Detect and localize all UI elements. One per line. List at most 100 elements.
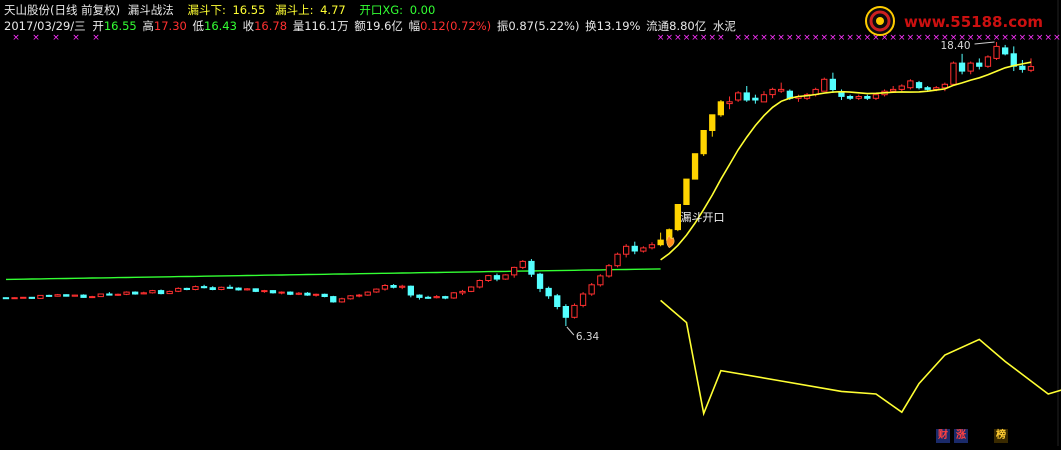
candle-body bbox=[80, 294, 87, 298]
amplitude-value: 0.87(5.22%) bbox=[508, 19, 580, 33]
low-label: 低 bbox=[192, 19, 205, 33]
candle-body bbox=[579, 293, 587, 306]
funnel-upper-line bbox=[5, 268, 661, 281]
candle-body bbox=[390, 285, 397, 288]
finance-badge[interactable]: 财 bbox=[936, 429, 950, 443]
funnel-lower-path bbox=[660, 299, 1061, 417]
signal-mark: × bbox=[52, 33, 60, 43]
signal-mark: × bbox=[803, 33, 811, 43]
open-xg-value: 0.00 bbox=[409, 3, 436, 17]
candle-body bbox=[735, 92, 742, 101]
candle-body bbox=[468, 286, 475, 292]
funnel-upper-label: 漏斗上: bbox=[275, 3, 314, 17]
flame-icon bbox=[666, 235, 675, 249]
header-line-1: 天山股份(日线 前复权) 漏斗战法 漏斗下: 16.55 漏斗上: 4.77 开… bbox=[4, 3, 435, 18]
candle-body bbox=[209, 287, 216, 291]
candle-body bbox=[442, 296, 449, 299]
signal-mark: × bbox=[838, 33, 846, 43]
kline-chart[interactable]: × × × × × × × × × × × × × × × × × × × × × × × × × × × × × × × × × × × × × × × ×… bbox=[0, 0, 1061, 446]
logo-emblem-icon bbox=[865, 6, 895, 36]
candle-body bbox=[519, 260, 526, 268]
funnel-open-label: 漏斗开口 bbox=[680, 211, 724, 224]
signal-mark: × bbox=[795, 33, 803, 43]
candle-body bbox=[640, 247, 647, 252]
candle-body bbox=[20, 296, 27, 299]
signal-mark: × bbox=[821, 33, 829, 43]
candle-body bbox=[157, 290, 165, 295]
candle-body bbox=[864, 96, 871, 99]
amplitude-label: 振 bbox=[496, 19, 509, 33]
candle-body bbox=[554, 295, 561, 307]
signal-mark: × bbox=[665, 33, 673, 43]
candle-body bbox=[312, 293, 320, 296]
candle-body bbox=[450, 292, 458, 299]
candle-body bbox=[511, 266, 518, 276]
rank-badge[interactable]: 榜 bbox=[994, 429, 1008, 443]
candle-body bbox=[614, 253, 621, 267]
candle-body bbox=[459, 290, 466, 294]
open-label: 开 bbox=[92, 19, 104, 33]
candle-body bbox=[424, 296, 432, 299]
funnel-upper-value: 4.77 bbox=[320, 3, 346, 17]
signal-mark: × bbox=[846, 33, 854, 43]
stock-name[interactable]: 天山股份(日线 前复权) bbox=[4, 3, 120, 17]
candle-body bbox=[433, 296, 440, 299]
signal-mark: × bbox=[786, 33, 794, 43]
open-value: 16.55 bbox=[103, 19, 137, 33]
close-value: 16.78 bbox=[254, 19, 288, 33]
candle-body bbox=[691, 153, 699, 180]
indicator-name[interactable]: 漏斗战法 bbox=[128, 3, 174, 17]
candle-body bbox=[123, 291, 130, 295]
high-price-label: 18.40 bbox=[940, 40, 970, 52]
candle-body bbox=[528, 260, 535, 275]
candle-body bbox=[631, 245, 638, 252]
candle-body bbox=[536, 273, 544, 289]
change-value: 0.12(0.72%) bbox=[420, 19, 492, 33]
sector-name[interactable]: 水泥 bbox=[713, 19, 736, 33]
candle-body bbox=[252, 288, 259, 292]
candle-body bbox=[45, 294, 53, 297]
candle-body bbox=[338, 298, 346, 303]
candle-body bbox=[175, 287, 182, 292]
candle-body bbox=[28, 296, 36, 299]
candle-body bbox=[71, 294, 78, 297]
candle-body bbox=[726, 101, 733, 105]
volume-label: 量 bbox=[292, 19, 305, 33]
high-label: 高 bbox=[142, 19, 154, 33]
candle-body bbox=[571, 304, 578, 318]
funnel-lower-value: 16.55 bbox=[232, 3, 266, 17]
candle-body bbox=[907, 80, 914, 89]
candle-body bbox=[132, 291, 139, 295]
rise-badge[interactable]: 涨 bbox=[954, 429, 968, 443]
candle-body bbox=[356, 294, 363, 297]
kline-svg[interactable]: × × × × × × × × × × × × × × × × × × × × × × × × × × × × × × × × × × × × × × × ×… bbox=[0, 0, 1061, 446]
candle-body bbox=[829, 78, 837, 91]
candle-body bbox=[330, 296, 337, 303]
candle-body bbox=[743, 92, 750, 101]
candle-body bbox=[545, 287, 552, 297]
site-logo[interactable]: www.55188.com bbox=[862, 4, 1058, 38]
signal-mark: × bbox=[709, 33, 717, 43]
float-value: 8.80亿 bbox=[669, 19, 707, 33]
candle-body bbox=[683, 178, 690, 206]
candle-body bbox=[89, 296, 96, 299]
signal-mark: × bbox=[32, 33, 40, 43]
volume-value: 116.1万 bbox=[304, 19, 349, 33]
candles bbox=[2, 42, 1035, 326]
close-label: 收 bbox=[242, 19, 255, 33]
candle-body bbox=[373, 288, 380, 293]
signal-mark: × bbox=[752, 33, 760, 43]
signal-mark: × bbox=[717, 33, 725, 43]
open-xg-label: 开口XG: bbox=[359, 3, 404, 17]
candle-body bbox=[416, 294, 423, 298]
candle-body bbox=[114, 293, 122, 296]
candle-body bbox=[287, 291, 294, 295]
candle-body bbox=[597, 275, 604, 286]
candle-body bbox=[976, 62, 983, 67]
funnel-lower-label: 漏斗下: bbox=[187, 3, 226, 17]
candle-body bbox=[200, 286, 208, 289]
candle-body bbox=[1027, 66, 1035, 71]
signal-mark: × bbox=[683, 33, 691, 43]
turnover-value: 13.19% bbox=[596, 19, 641, 33]
candle-body bbox=[872, 94, 880, 99]
